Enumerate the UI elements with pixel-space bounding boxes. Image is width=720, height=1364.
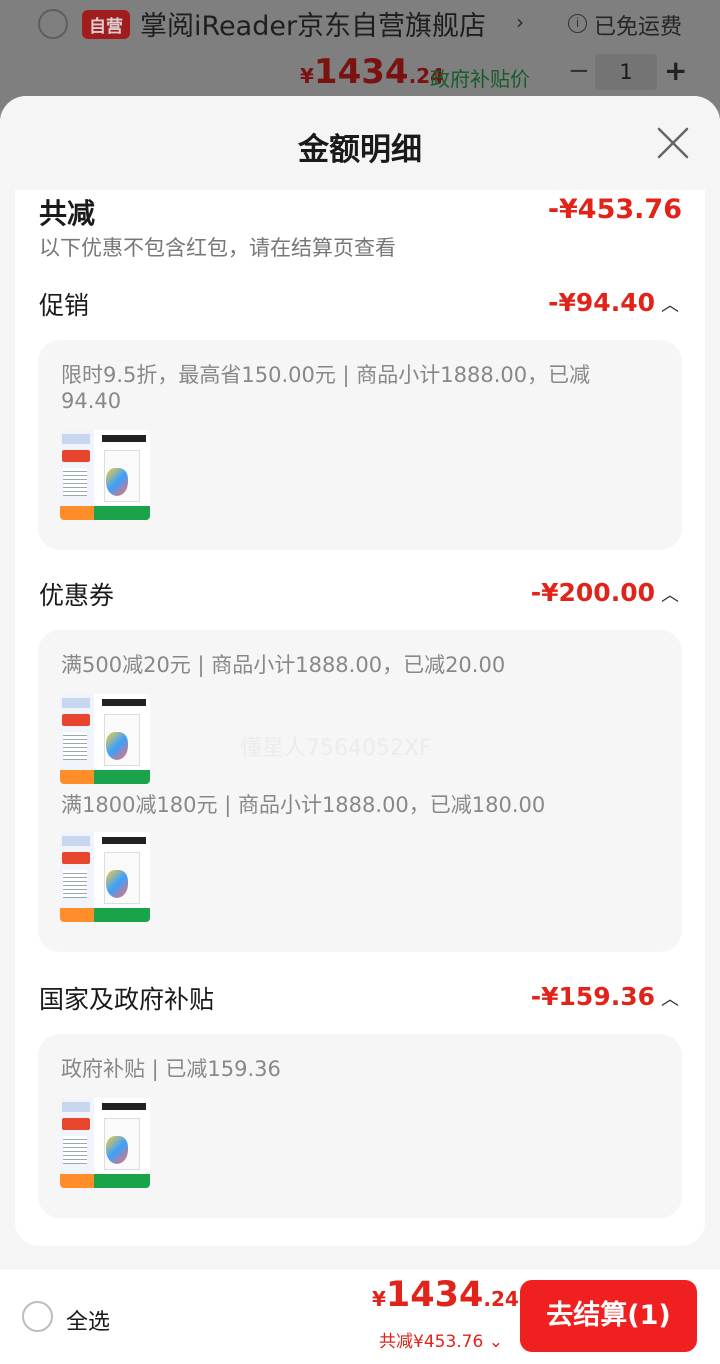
- chevron-up-icon: ︿: [661, 585, 679, 606]
- product-thumbnail: [60, 1098, 150, 1188]
- total-saved-toggle[interactable]: 共减¥453.76 ⌄: [379, 1327, 503, 1352]
- product-thumbnail: [60, 694, 150, 784]
- promotion-card: 限时9.5折，最高省150.00元 | 商品小计1888.00，已减94.40: [38, 340, 682, 550]
- checkout-bar: 全选 ¥1434.24 共减¥453.76 ⌄ 去结算(1): [0, 1268, 720, 1364]
- qty-plus-button[interactable]: +: [664, 54, 687, 87]
- qty-minus-button[interactable]: −: [568, 56, 590, 86]
- subsidy-title: 国家及政府补贴: [39, 985, 215, 1014]
- total-reduction-amount: -¥453.76: [547, 194, 682, 225]
- store-select-radio[interactable]: [38, 9, 68, 39]
- shipping-status: 已免运费: [594, 15, 683, 40]
- self-operated-badge: 自营: [82, 10, 130, 39]
- qty-input[interactable]: 1: [595, 54, 657, 90]
- coupon-detail-1: 满500减20元 | 商品小计1888.00，已减20.00: [61, 653, 506, 677]
- background-store-row: 自营 掌阅iReader京东自营旗舰店 › i 已免运费 ¥1434.24 政府…: [0, 0, 720, 110]
- checkout-button[interactable]: 去结算(1): [520, 1280, 697, 1352]
- product-thumbnail: [60, 832, 150, 922]
- chevron-up-icon: ︿: [661, 295, 679, 316]
- sheet-header: 金额明细: [0, 96, 720, 190]
- subsidy-card: 政府补贴 | 已减159.36: [38, 1034, 682, 1218]
- amount-detail-sheet: 金额明细 共减 -¥453.76 以下优惠不包含红包，请在结算页查看 促销 -¥…: [0, 96, 720, 1364]
- total-price: ¥1434.24: [372, 1275, 519, 1315]
- close-icon[interactable]: [656, 126, 690, 160]
- coupon-amount-toggle[interactable]: -¥200.00 ︿: [531, 578, 679, 607]
- promotion-amount-toggle[interactable]: -¥94.40 ︿: [548, 288, 679, 317]
- total-reduction-note: 以下优惠不包含红包，请在结算页查看: [39, 236, 396, 260]
- subsidy-amount-toggle[interactable]: -¥159.36 ︿: [531, 982, 679, 1011]
- info-icon[interactable]: i: [568, 14, 587, 33]
- chevron-up-icon: ︿: [661, 989, 679, 1010]
- subsidy-price-label: 政府补贴价: [430, 67, 530, 91]
- chevron-right-icon: ›: [516, 10, 524, 34]
- select-all-label[interactable]: 全选: [66, 1304, 110, 1336]
- total-reduction-title: 共减: [39, 197, 96, 230]
- product-thumbnail: [60, 430, 150, 520]
- promotion-detail: 限时9.5折，最高省150.00元 | 商品小计1888.00，已减94.40: [61, 363, 591, 413]
- promotion-title: 促销: [39, 291, 90, 320]
- coupon-title: 优惠券: [39, 581, 115, 610]
- coupon-detail-2: 满1800减180元 | 商品小计1888.00，已减180.00: [61, 793, 546, 817]
- watermark: 懂星人7564052XF: [240, 736, 432, 761]
- subsidy-detail: 政府补贴 | 已减159.36: [61, 1057, 281, 1081]
- sheet-title: 金额明细: [298, 132, 422, 168]
- item-price: ¥1434.24: [300, 52, 444, 92]
- detail-content: 共减 -¥453.76 以下优惠不包含红包，请在结算页查看 促销 -¥94.40…: [15, 190, 705, 1246]
- store-name[interactable]: 掌阅iReader京东自营旗舰店: [140, 4, 486, 43]
- coupon-card: 满500减20元 | 商品小计1888.00，已减20.00 满1800减180…: [38, 630, 682, 952]
- select-all-radio[interactable]: [22, 1301, 53, 1332]
